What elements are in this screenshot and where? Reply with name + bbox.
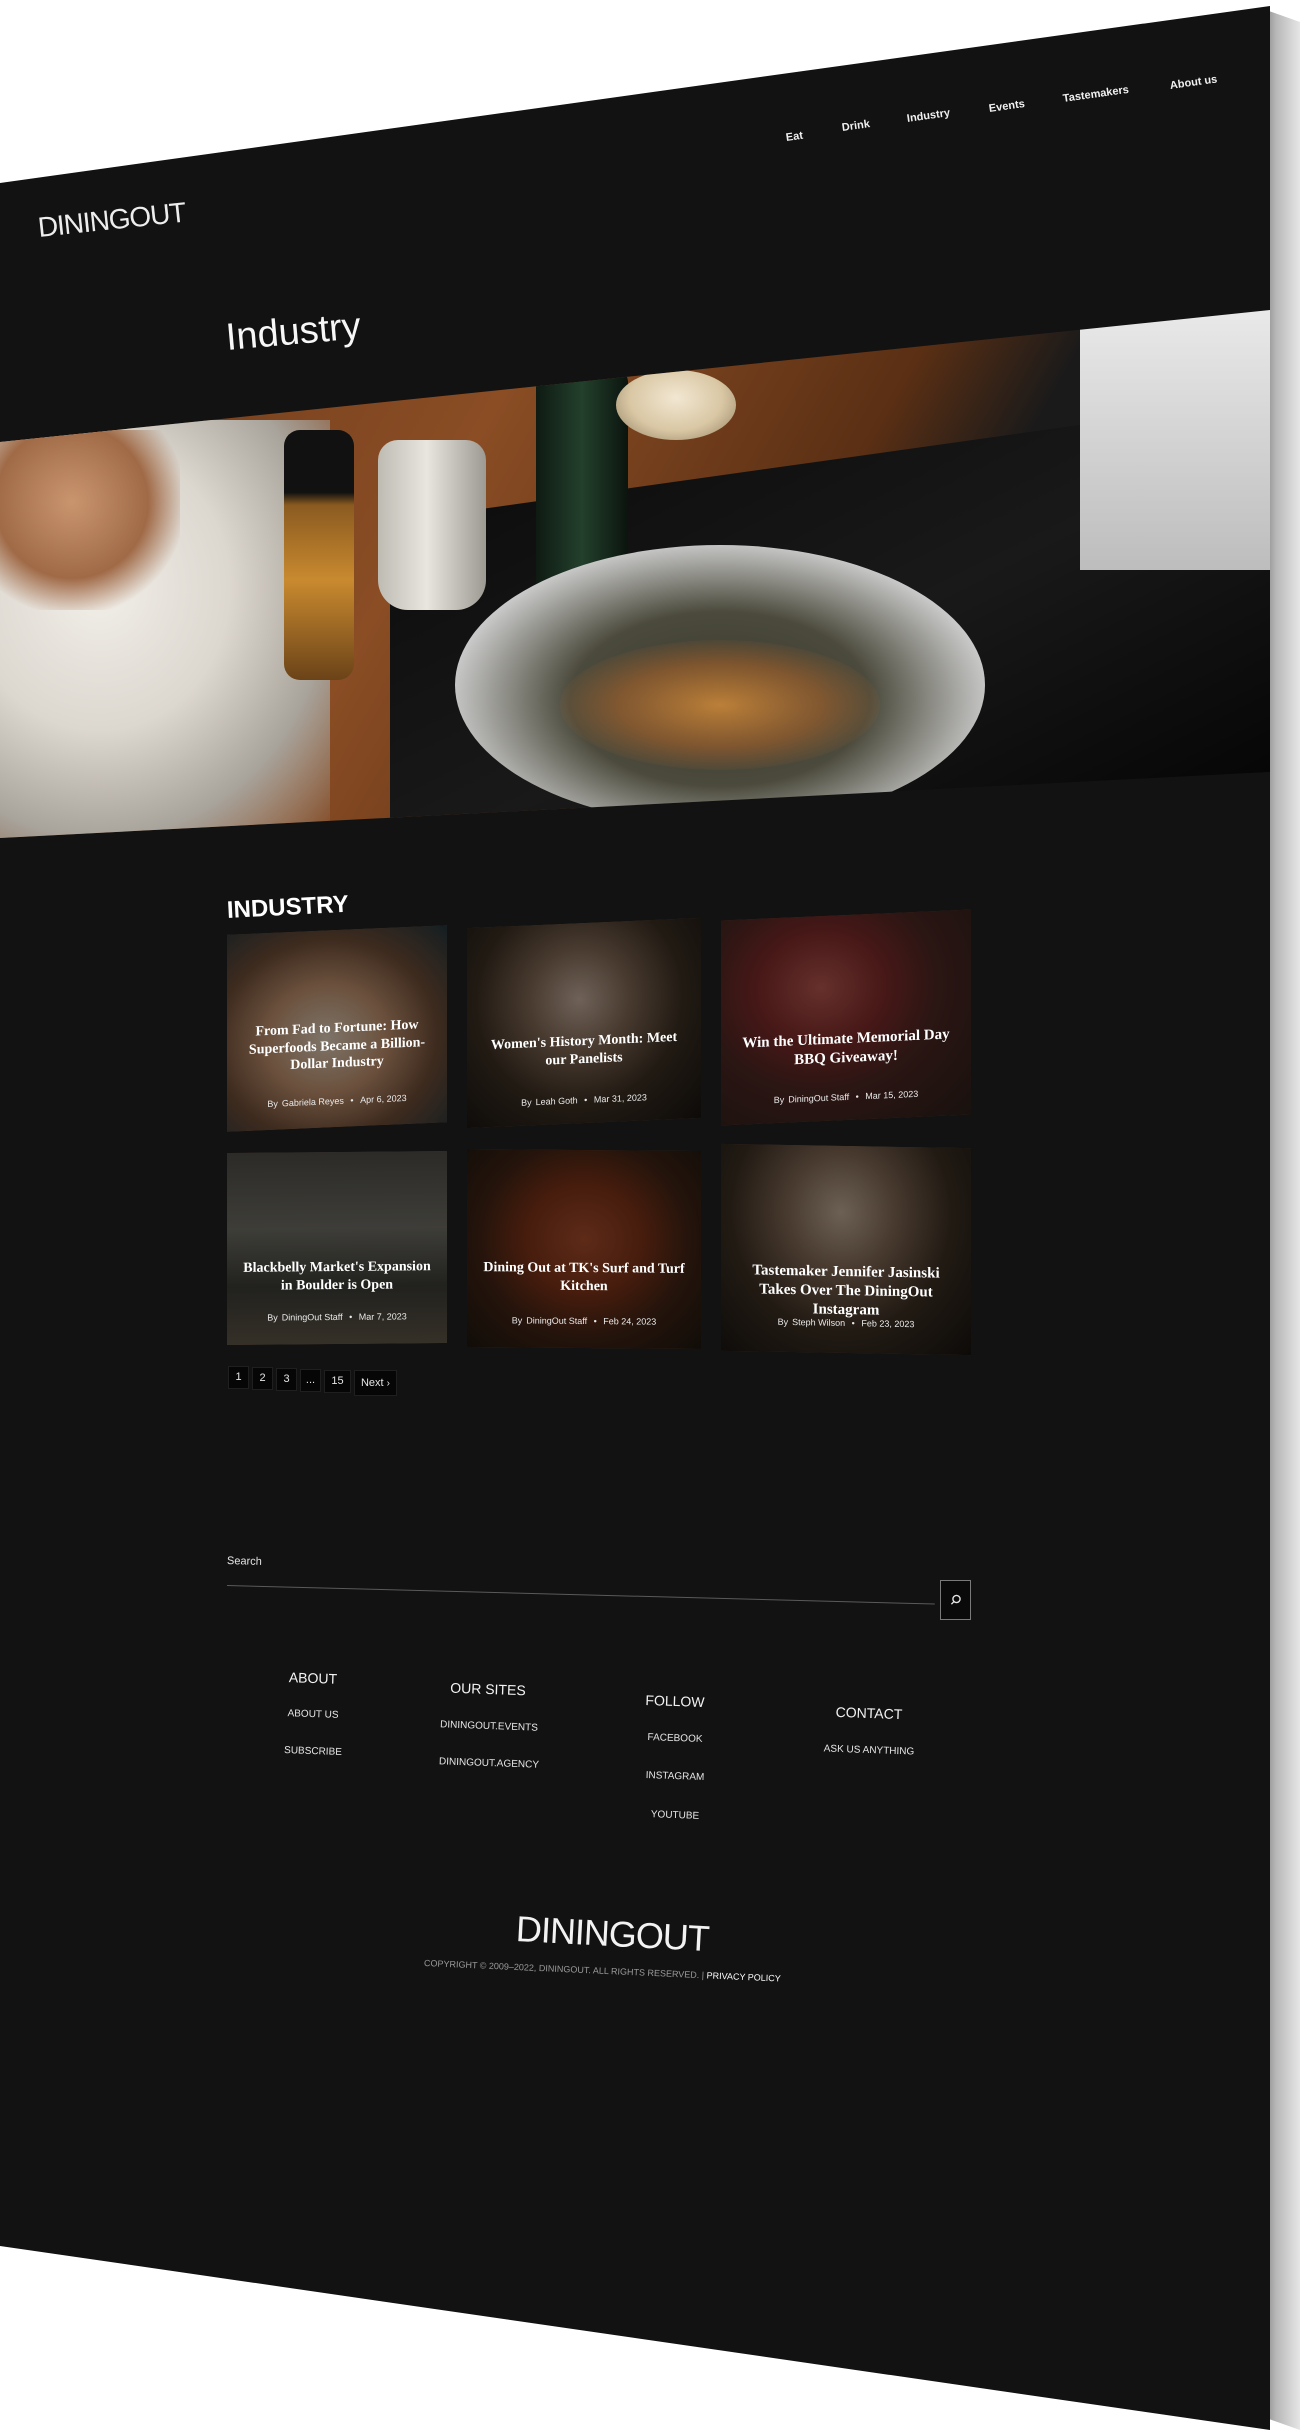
article-card[interactable]: From Fad to Fortune: How Superfoods Beca… bbox=[227, 925, 447, 1132]
privacy-policy-link[interactable]: PRIVACY POLICY bbox=[706, 1970, 781, 1983]
nav-tastemakers[interactable]: Tastemakers bbox=[1062, 84, 1129, 105]
footer-link-about-us[interactable]: ABOUT US bbox=[278, 1708, 348, 1721]
hero-image bbox=[0, 310, 1270, 838]
article-card[interactable]: Dining Out at TK's Surf and Turf Kitchen… bbox=[467, 1148, 701, 1350]
nav-eat[interactable]: Eat bbox=[785, 130, 804, 144]
article-card[interactable]: Win the Ultimate Memorial Day BBQ Giveaw… bbox=[721, 909, 971, 1126]
site-logo[interactable]: DININGOUT bbox=[36, 197, 187, 244]
nav-about-us[interactable]: About us bbox=[1169, 73, 1218, 92]
footer-sites-heading: OUR SITES bbox=[450, 1679, 526, 1699]
article-author: Leah Goth bbox=[535, 1095, 578, 1108]
footer-link-instagram[interactable]: INSTAGRAM bbox=[635, 1770, 715, 1784]
nav-industry[interactable]: Industry bbox=[906, 107, 951, 125]
page-ellipsis: ... bbox=[300, 1369, 321, 1392]
copyright: COPYRIGHT © 2009–2022, DININGOUT. ALL RI… bbox=[424, 1958, 781, 1984]
footer-follow-heading: FOLLOW bbox=[645, 1691, 705, 1711]
footer-link-youtube[interactable]: YOUTUBE bbox=[635, 1809, 715, 1823]
article-card[interactable]: Blackbelly Market's Expansion in Boulder… bbox=[227, 1151, 447, 1345]
footer-link-diningout-agency[interactable]: DININGOUT.AGENCY bbox=[433, 1756, 545, 1771]
footer-logo[interactable]: DININGOUT bbox=[515, 1908, 710, 1960]
footer-link-ask-us-anything[interactable]: ASK US ANYTHING bbox=[812, 1743, 926, 1758]
search-input[interactable] bbox=[226, 1562, 918, 1603]
next-page-button[interactable]: Next › bbox=[354, 1370, 397, 1396]
search-icon bbox=[950, 1594, 961, 1605]
footer-contact-heading: CONTACT bbox=[835, 1703, 903, 1723]
section-title: INDUSTRY bbox=[226, 890, 350, 924]
page-3-button[interactable]: 3 bbox=[276, 1368, 297, 1391]
article-meta: By DiningOut Staff • Mar 7, 2023 bbox=[267, 1311, 407, 1323]
article-date: Feb 23, 2023 bbox=[861, 1318, 915, 1330]
article-author: DiningOut Staff bbox=[526, 1315, 588, 1327]
page: Eat Drink Industry Events Tastemakers Ab… bbox=[0, 6, 1270, 2430]
article-date: Apr 6, 2023 bbox=[360, 1092, 407, 1105]
article-card[interactable]: Women's History Month: Meet our Panelist… bbox=[467, 917, 701, 1129]
article-meta: By DiningOut Staff • Feb 24, 2023 bbox=[511, 1315, 657, 1327]
article-card[interactable]: Tastemaker Jennifer Jasinski Takes Over … bbox=[721, 1143, 971, 1356]
footer-link-diningout-events[interactable]: DININGOUT.EVENTS bbox=[433, 1719, 545, 1734]
chevron-right-icon: › bbox=[386, 1378, 391, 1389]
article-title[interactable]: Dining Out at TK's Surf and Turf Kitchen bbox=[479, 1259, 689, 1296]
article-date: Feb 24, 2023 bbox=[603, 1316, 657, 1327]
screenshot-scene: Eat Drink Industry Events Tastemakers Ab… bbox=[0, 0, 1309, 2434]
nav-events[interactable]: Events bbox=[988, 98, 1025, 115]
page-15-button[interactable]: 15 bbox=[324, 1370, 351, 1393]
footer-link-facebook[interactable]: FACEBOOK bbox=[635, 1732, 715, 1746]
article-title[interactable]: Blackbelly Market's Expansion in Boulder… bbox=[239, 1258, 435, 1295]
article-date: Mar 7, 2023 bbox=[358, 1311, 407, 1322]
article-title[interactable]: Tastemaker Jennifer Jasinski Takes Over … bbox=[733, 1261, 959, 1321]
footer-about-heading: ABOUT bbox=[288, 1669, 338, 1687]
footer-link-subscribe[interactable]: SUBSCRIBE bbox=[278, 1745, 348, 1758]
page-side-shadow bbox=[1266, 0, 1309, 2434]
article-author: Steph Wilson bbox=[792, 1317, 846, 1328]
page-1-button[interactable]: 1 bbox=[228, 1366, 249, 1389]
article-author: DiningOut Staff bbox=[281, 1311, 343, 1323]
copyright-text: COPYRIGHT © 2009–2022, DININGOUT. ALL RI… bbox=[423, 1958, 705, 1981]
search-button[interactable] bbox=[940, 1580, 971, 1620]
nav-drink[interactable]: Drink bbox=[841, 118, 871, 134]
page-title: Industry bbox=[224, 305, 363, 360]
page-2-button[interactable]: 2 bbox=[252, 1367, 273, 1390]
article-title[interactable]: From Fad to Fortune: How Superfoods Beca… bbox=[239, 1016, 435, 1077]
